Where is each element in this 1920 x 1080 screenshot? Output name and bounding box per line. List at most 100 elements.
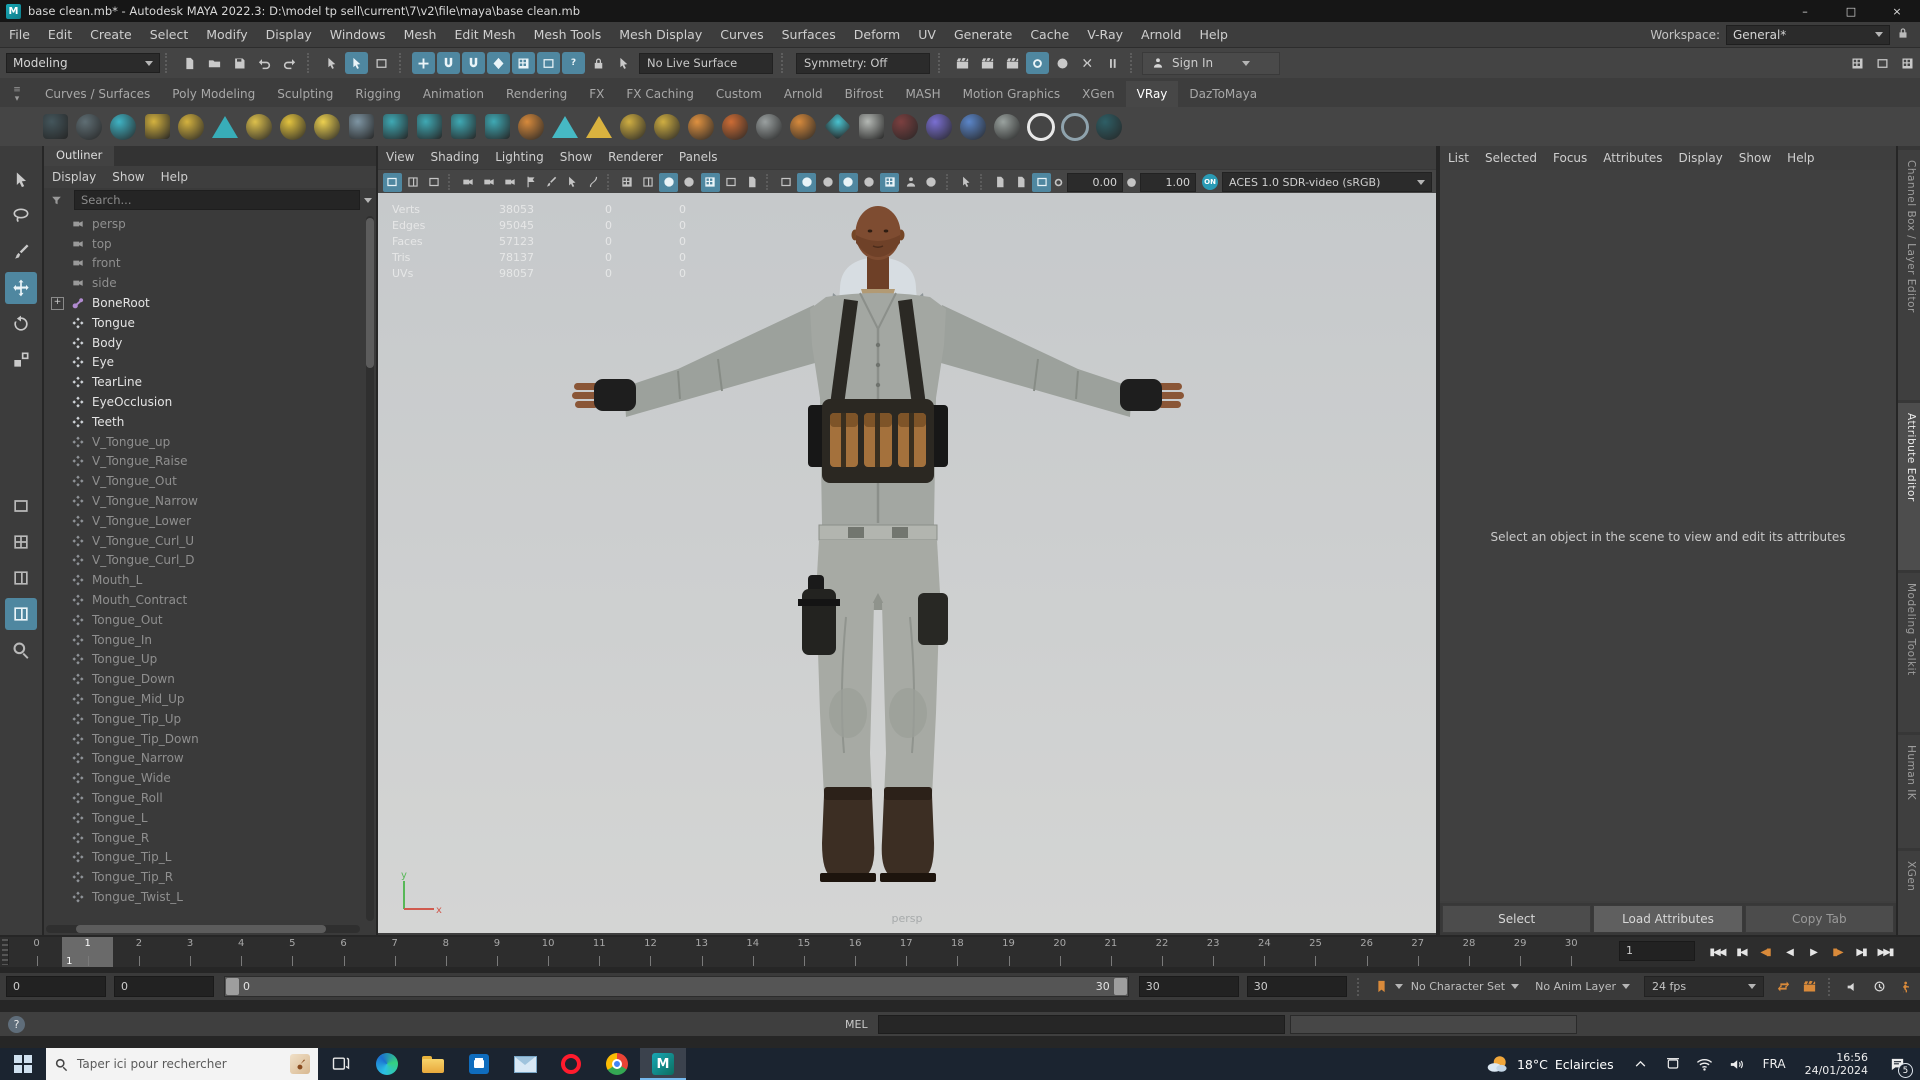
- grid-toggle-icon[interactable]: [1846, 52, 1869, 74]
- outliner-search-input[interactable]: Search...: [74, 190, 360, 210]
- shelf-tab-sculpting[interactable]: Sculpting: [266, 81, 344, 107]
- snap-curve-icon[interactable]: [437, 52, 460, 74]
- viewport-menu-lighting[interactable]: Lighting: [487, 145, 552, 170]
- menu-edit[interactable]: Edit: [39, 22, 81, 47]
- range-slider[interactable]: 0 30: [224, 976, 1129, 997]
- outliner-vertical-scrollbar[interactable]: [366, 216, 374, 921]
- scale-tool[interactable]: [5, 344, 37, 376]
- shelf-tab-animation[interactable]: Animation: [412, 81, 495, 107]
- outliner-item-v-tongue-up[interactable]: V_Tongue_up: [44, 432, 362, 452]
- snap-point-icon[interactable]: [462, 52, 485, 74]
- viewport-toolbar-icon-7[interactable]: [500, 173, 519, 192]
- play-backwards-button[interactable]: ◀: [1777, 939, 1801, 965]
- snap-grid-icon[interactable]: [412, 52, 435, 74]
- taskbar-app-edge[interactable]: [364, 1048, 410, 1080]
- timeline-frame-10[interactable]: 10: [523, 937, 574, 967]
- viewport-toolbar-icon-14[interactable]: [639, 173, 658, 192]
- shelf-sun-button[interactable]: [310, 110, 344, 144]
- viewport-toolbar-icon-10[interactable]: [563, 173, 582, 192]
- menu-select[interactable]: Select: [141, 22, 198, 47]
- shelf-plane-blue-button[interactable]: [344, 110, 378, 144]
- shelf-dome-yellow-button[interactable]: [174, 110, 208, 144]
- move-tool[interactable]: [5, 272, 37, 304]
- viewport-toolbar-icon-30[interactable]: [956, 173, 975, 192]
- expand-icon[interactable]: +: [51, 297, 64, 310]
- wifi-icon[interactable]: [1690, 1048, 1720, 1080]
- viewport-toolbar-icon-1[interactable]: [383, 173, 402, 192]
- shelf-tab-mash[interactable]: MASH: [894, 81, 951, 107]
- play-forwards-button[interactable]: ▶: [1801, 939, 1825, 965]
- attribute-editor-menu-show[interactable]: Show: [1731, 146, 1779, 171]
- timeline-frame-20[interactable]: 20: [1034, 937, 1085, 967]
- zoom-layout-tool[interactable]: [5, 634, 37, 666]
- attribute-editor-menu-list[interactable]: List: [1440, 146, 1477, 171]
- outliner-item-tongue-tip-up[interactable]: Tongue_Tip_Up: [44, 709, 362, 729]
- viewport-toolbar-icon-13[interactable]: [618, 173, 637, 192]
- go-to-end-button[interactable]: ▶▶▮: [1873, 939, 1897, 965]
- gamma-field[interactable]: 1.00: [1140, 173, 1196, 192]
- shelf-ball-orange-1-button[interactable]: [684, 110, 718, 144]
- timeline-frame-24[interactable]: 24: [1239, 937, 1290, 967]
- outliner-item-v-tongue-lower[interactable]: V_Tongue_Lower: [44, 511, 362, 531]
- shelf-tab-poly-modeling[interactable]: Poly Modeling: [161, 81, 266, 107]
- viewport-toolbar-icon-32[interactable]: [991, 173, 1010, 192]
- outliner-item-tongue-wide[interactable]: Tongue_Wide: [44, 768, 362, 788]
- viewport-toolbar-icon-5[interactable]: [459, 173, 478, 192]
- lasso-tool[interactable]: [5, 200, 37, 232]
- audio-icon[interactable]: [1840, 976, 1866, 998]
- viewport-toolbar-icon-3[interactable]: [424, 173, 443, 192]
- viewport-toolbar-icon-19[interactable]: [742, 173, 761, 192]
- snap-plane-icon[interactable]: [487, 52, 510, 74]
- outliner-item-tongue-r[interactable]: Tongue_R: [44, 828, 362, 848]
- viewport-toolbar-icon-21[interactable]: [777, 173, 796, 192]
- color-management-toggle[interactable]: ON: [1202, 174, 1218, 190]
- shelf-camera-1-button[interactable]: [378, 110, 412, 144]
- outliner-item-tongue-twist-l[interactable]: Tongue_Twist_L: [44, 887, 362, 907]
- shelf-fur-yellow-button[interactable]: [582, 110, 616, 144]
- outliner-item-side[interactable]: side: [44, 273, 362, 293]
- menu-display[interactable]: Display: [257, 22, 321, 47]
- shelf-camera-3-button[interactable]: [446, 110, 480, 144]
- shelf-diamond-teal-button[interactable]: [820, 110, 854, 144]
- new-scene-icon[interactable]: [178, 52, 201, 74]
- evaluation-mode-icon[interactable]: [1892, 976, 1918, 998]
- select-object-icon[interactable]: [345, 52, 368, 74]
- shelf-ball-orange-2-button[interactable]: [718, 110, 752, 144]
- search-highlight-icon[interactable]: [290, 1054, 310, 1074]
- filter-icon[interactable]: [48, 192, 64, 208]
- current-frame-field[interactable]: 1: [1619, 941, 1695, 961]
- make-live-icon[interactable]: [537, 52, 560, 74]
- outliner-item-tearline[interactable]: TearLine: [44, 372, 362, 392]
- timeline-frame-11[interactable]: 11: [574, 937, 625, 967]
- taskbar-app-task-view[interactable]: [318, 1048, 364, 1080]
- attribute-editor-menu-display[interactable]: Display: [1671, 146, 1731, 171]
- shelf-dots-multi-button[interactable]: [956, 110, 990, 144]
- attribute-editor-menu-help[interactable]: Help: [1779, 146, 1822, 171]
- symmetry-field[interactable]: Symmetry: Off: [796, 53, 930, 74]
- menu-generate[interactable]: Generate: [945, 22, 1021, 47]
- viewport-menu-panels[interactable]: Panels: [671, 145, 726, 170]
- outliner-item-body[interactable]: Body: [44, 333, 362, 353]
- mel-label[interactable]: MEL: [845, 1018, 868, 1031]
- ipr-render-icon[interactable]: [1001, 52, 1024, 74]
- clock-widget[interactable]: 16:56 24/01/2024: [1797, 1051, 1876, 1077]
- sidebar-tab-xgen[interactable]: XGen: [1898, 851, 1920, 935]
- viewport-toolbar-icon-27[interactable]: [901, 173, 920, 192]
- timeline-frame-27[interactable]: 27: [1392, 937, 1443, 967]
- shelf-tab-rigging[interactable]: Rigging: [344, 81, 411, 107]
- shelf-gridsphere-2-button[interactable]: [650, 110, 684, 144]
- taskbar-app-explorer[interactable]: [410, 1048, 456, 1080]
- sidebar-tab-human-ik[interactable]: Human IK: [1898, 735, 1920, 848]
- shelf-sphere-yellow-button[interactable]: [242, 110, 276, 144]
- timeline-frame-22[interactable]: 22: [1136, 937, 1187, 967]
- shelf-tab-custom[interactable]: Custom: [705, 81, 773, 107]
- paint-select-tool[interactable]: [5, 236, 37, 268]
- highlight-select-icon[interactable]: [612, 52, 635, 74]
- hypershade-icon[interactable]: [1051, 52, 1074, 74]
- shelf-menu-icon[interactable]: ≡▾: [0, 87, 34, 107]
- viewport-toolbar-icon-22[interactable]: [797, 173, 816, 192]
- workspace-selector[interactable]: Workspace: General*: [1650, 25, 1920, 45]
- attribute-editor-menu-selected[interactable]: Selected: [1477, 146, 1545, 171]
- taskbar-app-mail[interactable]: [502, 1048, 548, 1080]
- menu-mesh-tools[interactable]: Mesh Tools: [525, 22, 611, 47]
